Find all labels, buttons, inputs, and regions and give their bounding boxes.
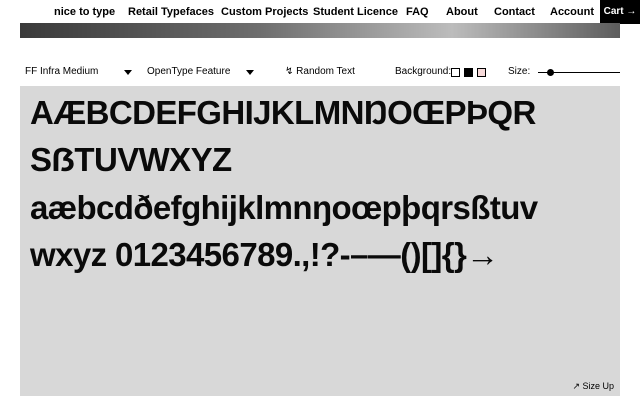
size-slider-handle[interactable] — [547, 69, 554, 76]
top-nav: nice to type Retail Typefaces Custom Pro… — [0, 0, 640, 24]
nav-home[interactable]: nice to type — [54, 0, 115, 24]
size-label: Size: — [508, 66, 531, 77]
nav-account[interactable]: Account — [550, 0, 594, 24]
nav-retail-typefaces[interactable]: Retail Typefaces — [128, 0, 214, 24]
specimen-toolbar: FF Infra Medium OpenType Feature ↯ Rando… — [0, 62, 640, 82]
chevron-down-icon[interactable] — [124, 70, 132, 75]
chevron-down-icon[interactable] — [246, 70, 254, 75]
nav-contact[interactable]: Contact — [494, 0, 535, 24]
swatch-pink[interactable] — [477, 68, 486, 77]
swatch-black[interactable] — [464, 68, 473, 77]
cart-button[interactable]: Cart → — [600, 0, 640, 24]
nav-about[interactable]: About — [446, 0, 478, 24]
random-text-button[interactable]: ↯ Random Text — [285, 62, 355, 82]
type-specimen-area[interactable]: AÆBCDEFGHIJKLMNŊOŒPÞQR SẞTUVWXYZ aæbcdðe… — [20, 86, 620, 396]
header-banner — [20, 23, 620, 38]
swatch-white[interactable] — [451, 68, 460, 77]
opentype-feature-select[interactable]: OpenType Feature — [147, 62, 230, 82]
nav-custom-projects[interactable]: Custom Projects — [221, 0, 308, 24]
font-select[interactable]: FF Infra Medium — [25, 62, 98, 82]
background-label: Background: — [395, 66, 452, 77]
nav-student-licence[interactable]: Student Licence — [313, 0, 398, 24]
specimen-line: SẞTUVWXYZ — [30, 141, 232, 178]
size-up-button[interactable]: ↗ Size Up — [572, 381, 614, 392]
specimen-line: AÆBCDEFGHIJKLMNŊOŒPÞQR — [30, 94, 536, 131]
specimen-line: aæbcdðefghijklmnŋoœpþqrsßtuv — [30, 189, 538, 226]
nav-faq[interactable]: FAQ — [406, 0, 429, 24]
specimen-line: wxyz 0123456789.,!?-–—()[]{}→ — [30, 236, 499, 273]
